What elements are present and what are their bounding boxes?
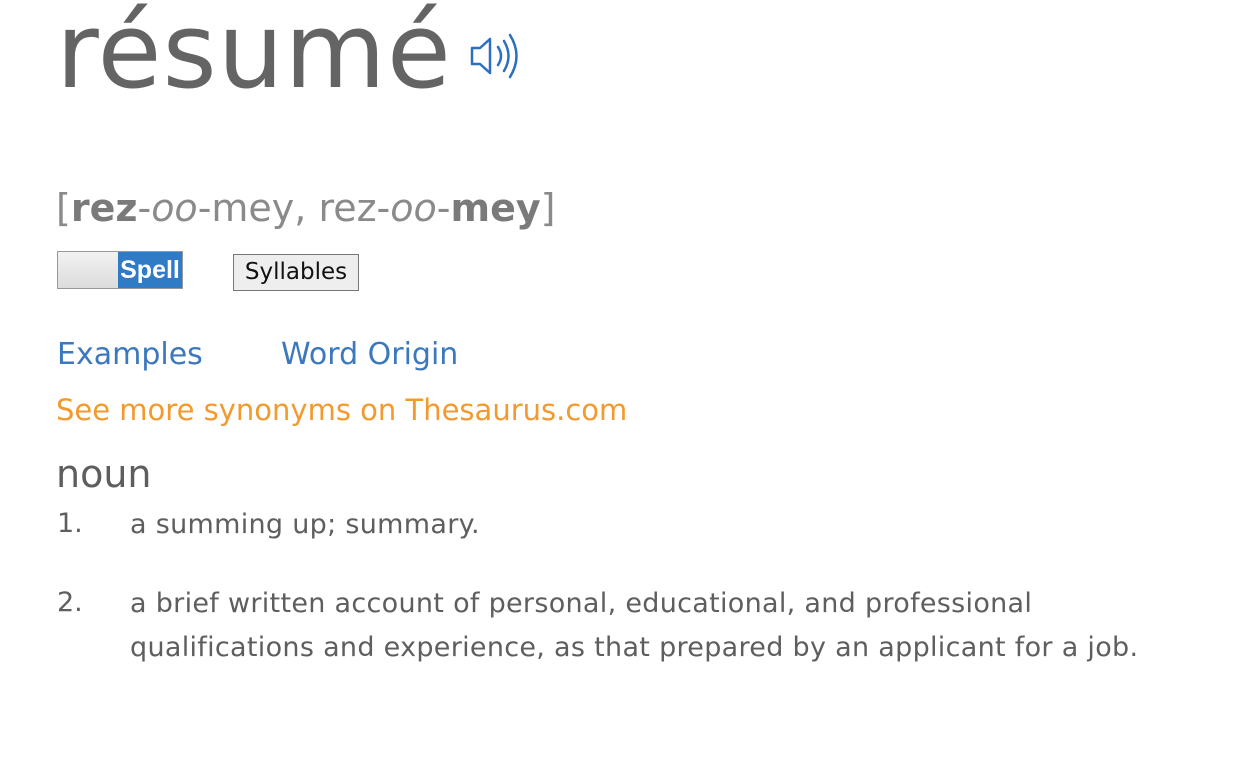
toggle-knob [58,252,119,288]
definition-text: a brief written account of personal, edu… [130,588,1139,663]
definition-number: 2. [57,587,83,618]
definition-text: a summing up; summary. [130,509,480,540]
examples-link[interactable]: Examples [57,337,203,372]
spell-label: Spell [118,252,182,288]
definition-number: 1. [57,508,83,539]
pronunciation: [rez-oo-mey, rez-oo-mey] [56,186,556,230]
part-of-speech: noun [56,452,152,496]
headword: résumé [56,0,452,112]
speaker-icon[interactable] [466,28,526,84]
spell-toggle[interactable]: Spell [57,251,183,289]
thesaurus-link[interactable]: See more synonyms on Thesaurus.com [56,393,627,427]
syllables-button[interactable]: Syllables [233,254,359,291]
word-origin-link[interactable]: Word Origin [281,337,458,372]
